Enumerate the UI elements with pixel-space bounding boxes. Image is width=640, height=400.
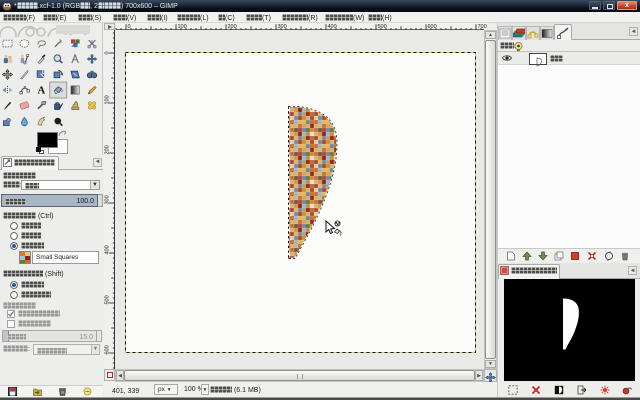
svg-text:c: c [91,39,93,44]
svg-text:600: 600 [105,345,111,354]
svg-text:100: 100 [105,95,111,104]
svg-text:300: 300 [105,195,111,204]
svg-text:200: 200 [105,145,111,154]
svg-text:A: A [37,86,45,97]
svg-text:400: 400 [105,245,111,254]
svg-text:500: 500 [105,295,111,304]
svg-text:0: 0 [105,51,111,54]
